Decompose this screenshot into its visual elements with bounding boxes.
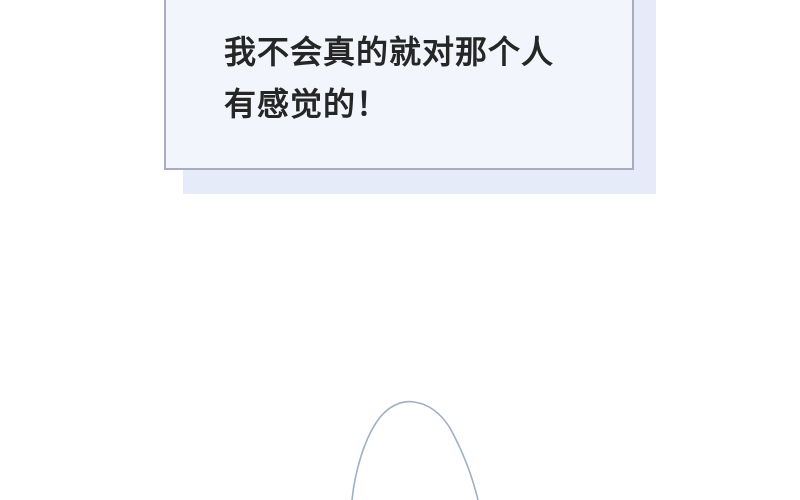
head-outline-stroke (351, 400, 479, 500)
sketch-outline (351, 400, 479, 500)
